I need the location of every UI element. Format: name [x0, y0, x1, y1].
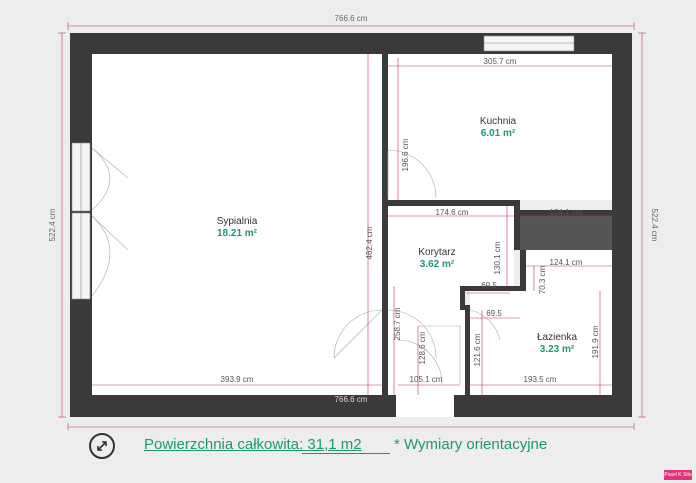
dim-hall-width: 174.6 cm: [436, 208, 469, 217]
dim-hall-height: 130.1 cm: [493, 241, 502, 274]
kitchen-window: [483, 35, 575, 52]
entrance-opening: [396, 395, 454, 417]
dim-kitchen-width: 305.7 cm: [484, 57, 517, 66]
approximate-dimensions-note: * Wymiary orientacyjne: [394, 436, 548, 453]
room-name-bathroom: Łazienka: [537, 332, 577, 343]
dim-bedroom-width: 393.9 cm: [221, 375, 254, 384]
total-area-text: Powierzchnia całkowita: 31,1 m2: [144, 436, 362, 453]
dim-bath-width: 124.1 cm: [550, 258, 583, 267]
dim-closet-height: 128.6 cm: [418, 331, 427, 364]
dim-bath-height: 191.9 cm: [591, 325, 600, 358]
dim-left-total: 522.4 cm: [48, 208, 57, 241]
room-area-bedroom: 18.21 m²: [217, 228, 258, 239]
room-name-hall: Korytarz: [418, 247, 455, 258]
footer-separator: [302, 453, 390, 454]
dim-right-total: 522.4 cm: [650, 209, 659, 242]
dim-top-total: 766.6 cm: [335, 14, 368, 23]
site-badge: Pasel K Site: [664, 470, 692, 480]
room-area-hall: 3.62 m²: [420, 259, 455, 270]
room-name-kitchen: Kuchnia: [480, 116, 517, 127]
dim-step-a: 69.5: [481, 281, 497, 290]
dim-hall-left-height: 258.7 cm: [393, 307, 402, 340]
dim-bottom-total: 766.6 cm: [335, 395, 368, 404]
dim-bath-bottom-width: 193.5 cm: [524, 375, 557, 384]
room-area-kitchen: 6.01 m²: [481, 128, 516, 139]
room-name-bedroom: Sypialnia: [217, 216, 258, 227]
dim-step-b: 69.5: [486, 309, 502, 318]
dim-closet-side-height: 121.6 cm: [473, 333, 482, 366]
dim-bedroom-height: 462.4 cm: [365, 226, 374, 259]
compass-icon: [89, 433, 115, 459]
footer: Powierzchnia całkowita: 31,1 m2 * Wymiar…: [0, 428, 696, 468]
dim-kitchen-height: 196.6 cm: [401, 138, 410, 171]
room-area-bathroom: 3.23 m²: [540, 344, 575, 355]
dim-bath-top-width: 124.1 cm: [550, 208, 583, 217]
dim-bath-step-height: 70.3 cm: [538, 265, 547, 294]
floor-plan: 766.6 cm 766.6 cm 522.4 cm 522.4 cm 305.…: [48, 14, 659, 430]
dim-closet-width: 105.1 cm: [410, 375, 443, 384]
